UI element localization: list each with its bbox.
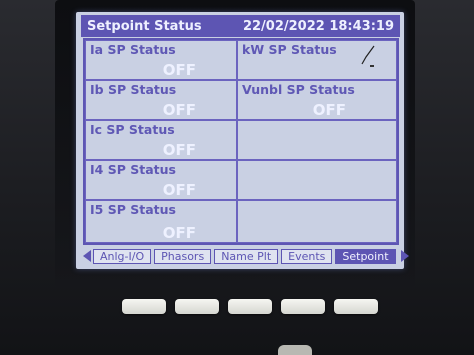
cell-i4-sp: I4 SP Status OFF xyxy=(85,160,237,200)
dash-mark xyxy=(370,65,374,67)
cell-value: OFF xyxy=(162,101,196,119)
tab-events[interactable]: Events xyxy=(281,248,333,264)
cell-empty-3 xyxy=(237,120,397,160)
lcd-screen: Setpoint Status 22/02/2022 18:43:19 Ia S… xyxy=(76,12,409,269)
tab-bar: Anlg-I/O Phasors Name Plt Events Setpoin… xyxy=(83,247,409,265)
datetime-readout: 22/02/2022 18:43:19 xyxy=(242,18,394,34)
cell-label: kW SP Status xyxy=(242,42,337,57)
cell-vunbl-sp: Vunbl SP Status OFF xyxy=(237,80,397,120)
cell-label: I5 SP Status xyxy=(90,202,176,217)
cell-kw-sp: kW SP Status xyxy=(237,40,397,80)
right-arrow-icon[interactable] xyxy=(400,250,409,262)
hardware-knob[interactable] xyxy=(278,345,312,355)
tab-phasors[interactable]: Phasors xyxy=(154,248,212,264)
softkey-1[interactable] xyxy=(122,299,166,314)
cell-label: Ic SP Status xyxy=(90,122,175,137)
cell-ia-sp: Ia SP Status OFF xyxy=(85,40,237,80)
tab-anlg-io[interactable]: Anlg-I/O xyxy=(93,248,152,264)
cell-value: OFF xyxy=(312,101,346,119)
cell-empty-4 xyxy=(237,160,397,200)
softkey-4[interactable] xyxy=(281,299,325,314)
softkey-row xyxy=(122,299,378,315)
softkey-5[interactable] xyxy=(334,299,378,314)
setpoint-grid: Ia SP Status OFF Ib SP Status OFF Ic SP … xyxy=(83,38,399,245)
cell-label: Ib SP Status xyxy=(90,82,177,97)
cell-label: Ia SP Status xyxy=(90,42,176,57)
title-bar: Setpoint Status 22/02/2022 18:43:19 xyxy=(81,15,400,37)
page-title: Setpoint Status xyxy=(87,18,202,34)
left-arrow-icon[interactable] xyxy=(83,250,91,262)
softkey-3[interactable] xyxy=(228,299,272,314)
pen-mark-icon xyxy=(361,45,375,65)
cell-i5-sp: I5 SP Status OFF xyxy=(85,200,237,243)
softkey-2[interactable] xyxy=(175,299,219,314)
cell-label: I4 SP Status xyxy=(90,162,176,177)
cell-value: OFF xyxy=(162,181,196,199)
cell-value: OFF xyxy=(162,224,196,242)
cell-ib-sp: Ib SP Status OFF xyxy=(85,80,237,120)
tab-setpoint[interactable]: Setpoint xyxy=(335,248,396,264)
cell-value: OFF xyxy=(162,61,196,79)
cell-value: OFF xyxy=(162,141,196,159)
cell-ic-sp: Ic SP Status OFF xyxy=(85,120,237,160)
cell-label: Vunbl SP Status xyxy=(242,82,355,97)
cell-empty-5 xyxy=(237,200,397,243)
tab-name-plt[interactable]: Name Plt xyxy=(214,248,279,264)
